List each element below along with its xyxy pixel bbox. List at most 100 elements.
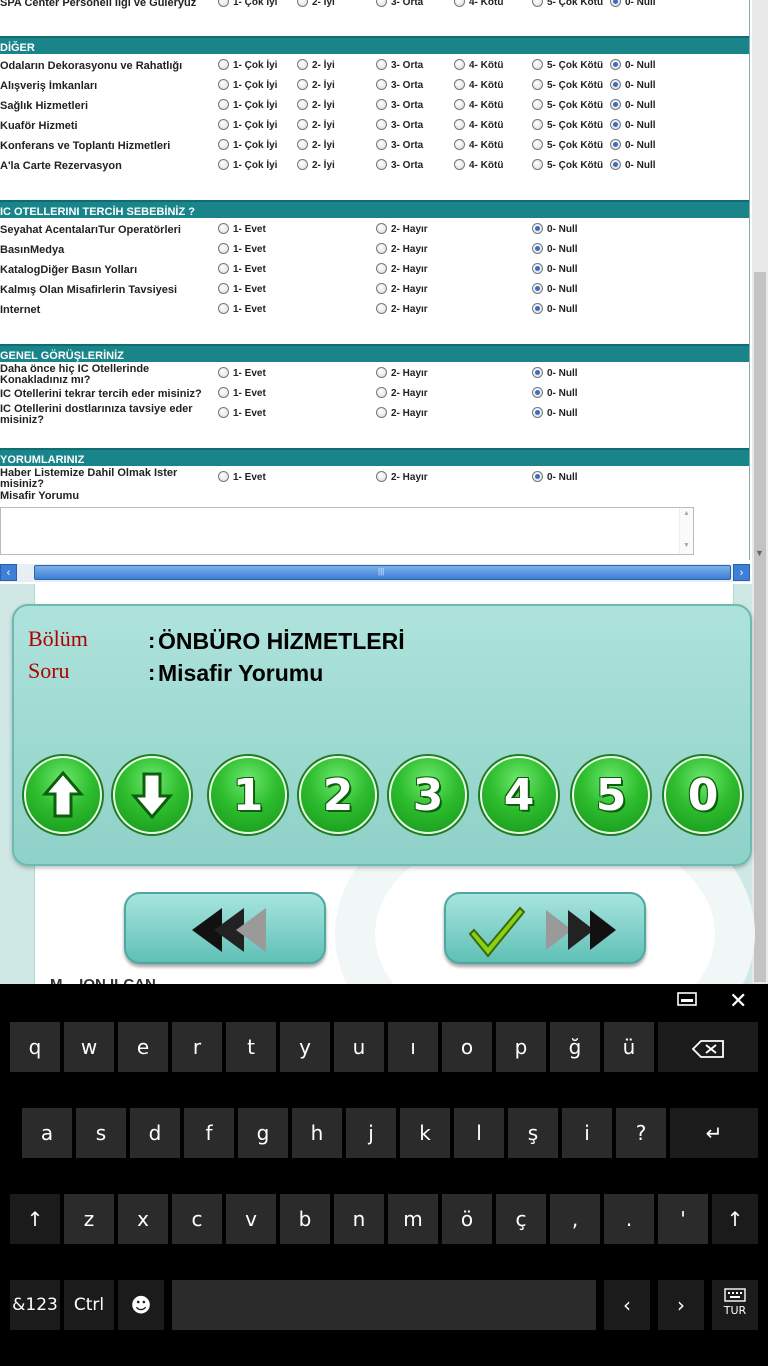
key-ç[interactable]: ç [496,1194,546,1244]
radio-option[interactable]: 2- Hayır [376,367,428,379]
radio-option[interactable]: 0- Null [610,99,656,111]
radio-option[interactable]: 2- İyi [297,0,335,8]
radio-button-icon[interactable] [376,59,387,70]
number-button-0[interactable]: 0 [662,754,744,836]
radio-button-icon[interactable] [376,99,387,110]
radio-button-icon[interactable] [532,243,543,254]
radio-option[interactable]: 0- Null [532,471,578,483]
key-j[interactable]: j [346,1108,396,1158]
key-z[interactable]: z [64,1194,114,1244]
minimize-keyboard-icon[interactable] [677,990,697,1013]
radio-button-icon[interactable] [454,79,465,90]
radio-button-icon[interactable] [610,99,621,110]
radio-option[interactable]: 0- Null [610,59,656,71]
key-s[interactable]: s [76,1108,126,1158]
radio-option[interactable]: 4- Kötü [454,79,503,91]
up-arrow-button[interactable] [22,754,104,836]
radio-button-icon[interactable] [610,139,621,150]
radio-option[interactable]: 1- Evet [218,367,266,379]
close-keyboard-icon[interactable]: ✕ [729,988,747,1014]
radio-option[interactable]: 5- Çok Kötü [532,99,603,111]
radio-option[interactable]: 2- İyi [297,119,335,131]
horizontal-scroll-thumb[interactable]: ||| [34,565,731,580]
radio-button-icon[interactable] [454,0,465,7]
key-x[interactable]: x [118,1194,168,1244]
radio-option[interactable]: 4- Kötü [454,139,503,151]
radio-option[interactable]: 5- Çok Kötü [532,79,603,91]
key-f[interactable]: f [184,1108,234,1158]
emoji-key[interactable]: ☻ [118,1280,164,1330]
key-.[interactable]: . [604,1194,654,1244]
radio-button-icon[interactable] [376,79,387,90]
radio-option[interactable]: 1- Evet [218,407,266,419]
radio-option[interactable]: 0- Null [610,139,656,151]
radio-option[interactable]: 1- Çok İyi [218,59,277,71]
radio-option[interactable]: 1- Çok İyi [218,99,277,111]
radio-button-icon[interactable] [454,139,465,150]
key-?[interactable]: ? [616,1108,666,1158]
radio-option[interactable]: 1- Evet [218,283,266,295]
scroll-down-arrow-icon[interactable]: ▼ [755,548,764,558]
radio-button-icon[interactable] [218,0,229,7]
radio-option[interactable]: 4- Kötü [454,99,503,111]
radio-button-icon[interactable] [376,139,387,150]
radio-button-icon[interactable] [532,0,543,7]
radio-button-icon[interactable] [376,263,387,274]
radio-button-icon[interactable] [532,159,543,170]
radio-button-icon[interactable] [376,387,387,398]
radio-option[interactable]: 2- Hayır [376,387,428,399]
key-ö[interactable]: ö [442,1194,492,1244]
radio-button-icon[interactable] [297,159,308,170]
key-p[interactable]: p [496,1022,546,1072]
radio-button-icon[interactable] [218,59,229,70]
radio-option[interactable]: 2- Hayır [376,407,428,419]
radio-option[interactable]: 0- Null [532,223,578,235]
key-c[interactable]: c [172,1194,222,1244]
radio-option[interactable]: 0- Null [610,159,656,171]
radio-option[interactable]: 2- Hayır [376,303,428,315]
backspace-key[interactable] [658,1022,758,1072]
radio-option[interactable]: 4- Kötü [454,59,503,71]
textarea-scrollbar[interactable]: ▲ ▼ [679,508,693,554]
radio-option[interactable]: 3- Orta [376,99,423,111]
radio-button-icon[interactable] [454,159,465,170]
key-a[interactable]: a [22,1108,72,1158]
radio-button-icon[interactable] [610,0,621,7]
radio-option[interactable]: 5- Çok Kötü [532,119,603,131]
radio-option[interactable]: 1- Evet [218,263,266,275]
radio-button-icon[interactable] [376,407,387,418]
arrow-right-key[interactable]: › [658,1280,704,1330]
down-arrow-button[interactable] [111,754,193,836]
key-g[interactable]: g [238,1108,288,1158]
radio-option[interactable]: 2- İyi [297,139,335,151]
key-ı[interactable]: ı [388,1022,438,1072]
key-ü[interactable]: ü [604,1022,654,1072]
radio-button-icon[interactable] [610,79,621,90]
radio-button-icon[interactable] [218,243,229,254]
radio-option[interactable]: 5- Çok Kötü [532,59,603,71]
radio-button-icon[interactable] [454,119,465,130]
radio-option[interactable]: 3- Orta [376,159,423,171]
radio-button-icon[interactable] [532,119,543,130]
radio-option[interactable]: 2- İyi [297,159,335,171]
radio-button-icon[interactable] [376,283,387,294]
key-m[interactable]: m [388,1194,438,1244]
key-v[interactable]: v [226,1194,276,1244]
radio-option[interactable]: 2- İyi [297,79,335,91]
radio-button-icon[interactable] [218,223,229,234]
radio-option[interactable]: 0- Null [532,263,578,275]
radio-option[interactable]: 1- Evet [218,387,266,399]
radio-button-icon[interactable] [376,243,387,254]
radio-option[interactable]: 4- Kötü [454,119,503,131]
radio-option[interactable]: 2- Hayır [376,263,428,275]
enter-key[interactable]: ↵ [670,1108,758,1158]
shift-left-key[interactable]: ↑ [10,1194,60,1244]
key-r[interactable]: r [172,1022,222,1072]
key-e[interactable]: e [118,1022,168,1072]
key-w[interactable]: w [64,1022,114,1072]
key-ğ[interactable]: ğ [550,1022,600,1072]
radio-option[interactable]: 2- Hayır [376,471,428,483]
arrow-left-key[interactable]: ‹ [604,1280,650,1330]
ctrl-key[interactable]: Ctrl [64,1280,114,1330]
radio-option[interactable]: 1- Evet [218,471,266,483]
